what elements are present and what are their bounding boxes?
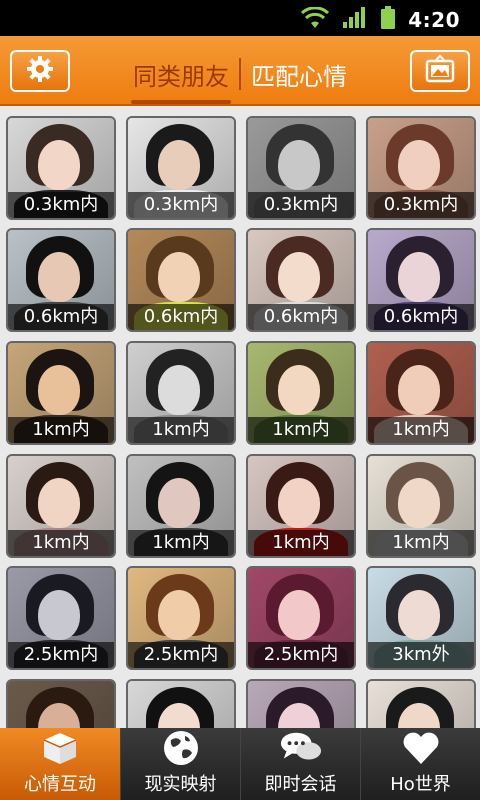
user-photo-tile[interactable]: 1km内 [126,341,236,445]
nav-label: Ho世界 [390,774,451,795]
distance-label: 0.3km内 [8,192,114,218]
user-photo-tile[interactable]: 0.3km内 [246,116,356,220]
app-header: 同类朋友 匹配心情 [0,36,480,106]
user-photo-tile[interactable]: 1km内 [6,341,116,445]
user-photo-tile[interactable]: 1km内 [126,454,236,558]
user-photo-tile[interactable]: 0.3km内 [366,116,476,220]
box-icon [38,728,82,768]
distance-label: 2.5km内 [128,642,234,668]
status-bar: 4:20 [0,0,480,36]
header-tabs: 同类朋友 匹配心情 [110,46,370,104]
heart-icon [399,728,443,768]
nav-mood-interaction[interactable]: 心情互动 [0,728,120,800]
distance-label: 2.5km内 [8,642,114,668]
user-avatar-photo [128,681,234,728]
status-icons: 4:20 [300,6,460,34]
user-photo-tile[interactable] [246,679,356,728]
user-photo-tile[interactable]: 3km外 [366,566,476,670]
user-photo-tile[interactable]: 0.6km内 [6,228,116,332]
wifi-icon [300,6,330,33]
distance-label: 3km外 [368,642,474,668]
distance-label: 1km内 [8,530,114,556]
distance-label: 0.6km内 [368,304,474,330]
nav-instant-chat[interactable]: 即时会话 [240,728,360,800]
user-photo-tile[interactable]: 0.6km内 [126,228,236,332]
distance-label: 0.6km内 [128,304,234,330]
tab-divider [239,58,241,90]
distance-label: 1km内 [128,417,234,443]
user-photo-tile[interactable]: 1km内 [246,341,356,445]
distance-label: 1km内 [368,530,474,556]
distance-label: 0.3km内 [368,192,474,218]
user-photo-tile[interactable]: 1km内 [246,454,356,558]
user-photo-tile[interactable]: 1km内 [366,454,476,558]
user-photo-tile[interactable] [366,679,476,728]
user-photo-tile[interactable]: 0.3km内 [126,116,236,220]
nav-label: 现实映射 [144,774,217,795]
user-photo-tile[interactable]: 2.5km内 [6,566,116,670]
distance-label: 0.6km内 [248,304,354,330]
gear-icon [26,55,54,87]
tab-match-mood[interactable]: 匹配心情 [243,51,355,98]
battery-icon [380,6,396,34]
nearby-users-grid: 0.3km内 0.3km内 0.3km内 0.3km内 0.6km内 0.6km内 0.6k… [0,108,480,728]
globe-icon [159,728,203,768]
gallery-button[interactable] [410,50,470,92]
distance-label: 2.5km内 [248,642,354,668]
distance-label: 0.3km内 [128,192,234,218]
user-photo-tile[interactable]: 1km内 [6,454,116,558]
distance-label: 0.6km内 [8,304,114,330]
user-avatar-photo [8,681,114,728]
distance-label: 1km内 [248,417,354,443]
user-photo-tile[interactable]: 0.6km内 [366,228,476,332]
picture-frame-icon [425,54,455,87]
distance-label: 1km内 [248,530,354,556]
user-photo-tile[interactable] [6,679,116,728]
nav-label: 即时会话 [264,774,337,795]
user-photo-tile[interactable]: 0.6km内 [246,228,356,332]
clock: 4:20 [408,8,460,32]
user-photo-tile[interactable]: 1km内 [366,341,476,445]
signal-icon [342,7,368,33]
user-photo-tile[interactable]: 0.3km内 [6,116,116,220]
distance-label: 1km内 [8,417,114,443]
user-photo-tile[interactable] [126,679,236,728]
user-photo-tile[interactable]: 2.5km内 [246,566,356,670]
user-avatar-photo [248,681,354,728]
distance-label: 1km内 [368,417,474,443]
chat-bubbles-icon [279,728,323,768]
user-avatar-photo [368,681,474,728]
distance-label: 1km内 [128,530,234,556]
user-photo-tile[interactable]: 2.5km内 [126,566,236,670]
bottom-nav: 心情互动 现实映射 即时会话 Ho世界 [0,728,480,800]
nav-label: 心情互动 [24,774,96,795]
distance-label: 0.3km内 [248,192,354,218]
settings-button[interactable] [10,50,70,92]
nav-reality-map[interactable]: 现实映射 [120,728,240,800]
nav-ho-world[interactable]: Ho世界 [360,728,480,800]
tab-similar-friends[interactable]: 同类朋友 [125,51,237,104]
